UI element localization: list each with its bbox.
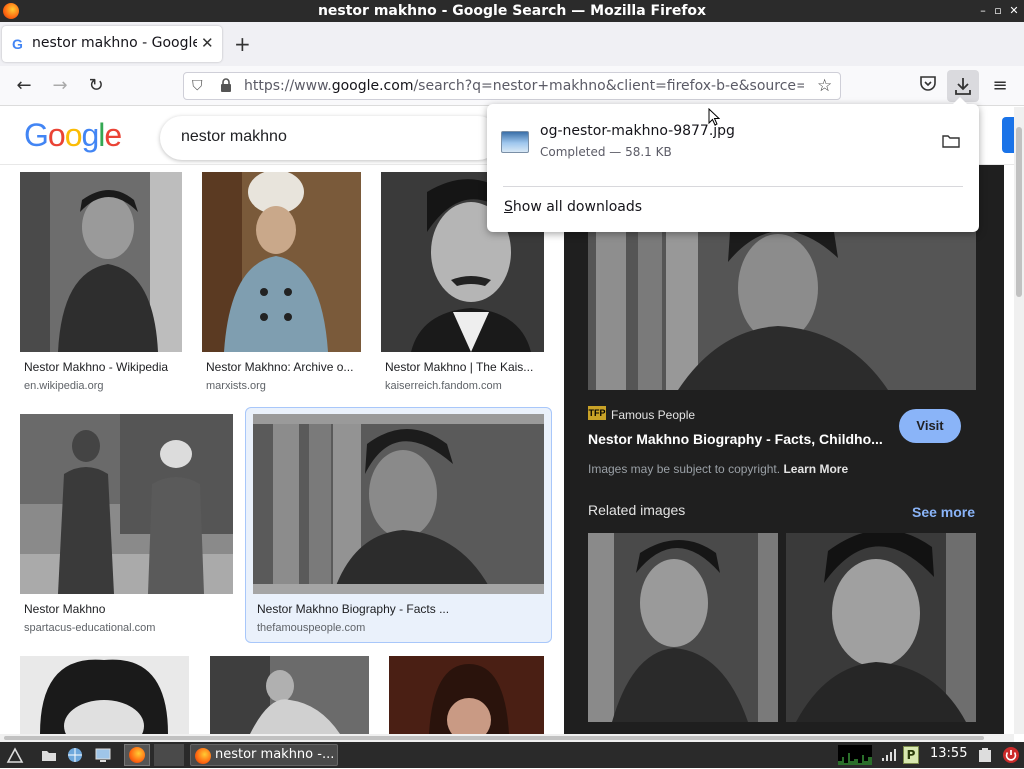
- download-file-name[interactable]: og-nestor-makhno-9877.jpg: [540, 123, 735, 139]
- firefox-icon: [129, 747, 145, 763]
- tab-title: nestor makhno - Google: [32, 35, 197, 51]
- result-image-row3-3[interactable]: [389, 656, 544, 734]
- address-bar[interactable]: ⛉ https://www.google.com/search?q=nestor…: [183, 72, 841, 100]
- vertical-scrollbar[interactable]: [1014, 107, 1024, 734]
- tracking-shield-icon[interactable]: ⛉: [192, 78, 203, 94]
- panel-source-name[interactable]: Famous People: [611, 408, 695, 422]
- pocket-icon[interactable]: [916, 74, 940, 98]
- cpu-monitor-graph: [838, 745, 872, 765]
- result-caption[interactable]: Nestor Makhno: [24, 602, 224, 616]
- result-image-spartacus[interactable]: [20, 414, 233, 594]
- lock-icon[interactable]: [220, 78, 232, 96]
- famous-people-logo-icon[interactable]: TFP: [588, 406, 606, 420]
- parcellite-clipboard-icon[interactable]: P: [903, 746, 919, 764]
- visit-button[interactable]: Visit: [899, 409, 961, 443]
- show-all-downloads-button[interactable]: Show all downloads: [504, 199, 642, 215]
- result-source[interactable]: spartacus-educational.com: [24, 622, 155, 634]
- minimize-icon[interactable]: –: [975, 3, 991, 19]
- taskbar-task-firefox[interactable]: nestor makhno -...: [190, 744, 338, 766]
- downloads-divider: [503, 186, 963, 187]
- preview-image[interactable]: [588, 232, 976, 390]
- forward-arrow-icon[interactable]: →: [48, 74, 72, 98]
- sign-in-button[interactable]: [1002, 117, 1014, 153]
- result-caption[interactable]: Nestor Makhno: Archive o...: [206, 360, 358, 374]
- download-status: Completed — 58.1 KB: [540, 145, 672, 159]
- mouse-cursor-icon: [708, 108, 720, 126]
- google-favicon-icon: G: [12, 36, 23, 52]
- image-file-icon[interactable]: [501, 131, 529, 153]
- battery-icon[interactable]: [976, 746, 994, 764]
- bookmark-star-icon[interactable]: ☆: [817, 76, 832, 96]
- window-titlebar: nestor makhno - Google Search — Mozilla …: [0, 0, 1024, 22]
- panel-arrow: [952, 97, 968, 105]
- close-window-icon[interactable]: ✕: [1006, 3, 1022, 19]
- open-folder-icon[interactable]: [942, 134, 960, 148]
- result-caption[interactable]: Nestor Makhno Biography - Facts ...: [257, 602, 457, 616]
- network-icon[interactable]: [880, 746, 898, 764]
- firefox-icon: [195, 748, 211, 764]
- result-image-row3-1[interactable]: [20, 656, 189, 734]
- window-title: nestor makhno - Google Search — Mozilla …: [317, 3, 707, 19]
- new-tab-icon[interactable]: +: [234, 32, 251, 56]
- web-browser-icon[interactable]: [66, 746, 84, 764]
- reload-icon[interactable]: ↻: [84, 74, 108, 98]
- related-images-heading: Related images: [588, 502, 686, 518]
- result-source[interactable]: en.wikipedia.org: [24, 380, 104, 392]
- menu-hamburger-icon[interactable]: ≡: [988, 74, 1012, 98]
- learn-more-link[interactable]: Learn More: [783, 462, 848, 476]
- taskbar-task-label: nestor makhno -...: [215, 747, 335, 762]
- search-box[interactable]: nestor makhno: [160, 116, 500, 160]
- copyright-notice: Images may be subject to copyright. Lear…: [588, 462, 849, 476]
- close-tab-icon[interactable]: ✕: [201, 34, 214, 52]
- taskbar-empty-slot[interactable]: [154, 744, 184, 766]
- maximize-icon[interactable]: ▫: [990, 3, 1006, 19]
- result-source[interactable]: marxists.org: [206, 380, 266, 392]
- result-source[interactable]: thefamouspeople.com: [257, 622, 365, 634]
- result-image-marxists[interactable]: [202, 172, 361, 352]
- power-icon[interactable]: [1002, 746, 1020, 764]
- scrollbar-thumb[interactable]: [1016, 127, 1022, 297]
- back-arrow-icon[interactable]: ←: [12, 74, 36, 98]
- see-more-link[interactable]: See more: [912, 504, 975, 520]
- search-query[interactable]: nestor makhno: [181, 128, 287, 146]
- url-text[interactable]: https://www.google.com/search?q=nestor+m…: [244, 78, 804, 94]
- start-menu-icon[interactable]: [6, 746, 24, 764]
- tab-google-search[interactable]: G nestor makhno - Google ✕: [2, 26, 222, 62]
- horizontal-scrollbar-thumb[interactable]: [4, 736, 984, 740]
- result-image-wikipedia[interactable]: [20, 172, 182, 352]
- horizontal-scrollbar[interactable]: [0, 734, 1014, 742]
- related-image-1[interactable]: [588, 533, 778, 722]
- show-desktop-icon[interactable]: [94, 746, 112, 764]
- result-image-row3-2[interactable]: [210, 656, 369, 734]
- firefox-launcher[interactable]: [124, 744, 150, 766]
- related-image-2[interactable]: [786, 533, 976, 722]
- result-caption[interactable]: Nestor Makhno | The Kais...: [385, 360, 541, 374]
- file-manager-icon[interactable]: [40, 746, 58, 764]
- result-caption[interactable]: Nestor Makhno - Wikipedia: [24, 360, 184, 374]
- google-logo[interactable]: Google: [24, 117, 122, 154]
- panel-page-title[interactable]: Nestor Makhno Biography - Facts, Childho…: [588, 431, 883, 447]
- result-source[interactable]: kaiserreich.fandom.com: [385, 380, 502, 392]
- result-image-thefamouspeople[interactable]: [253, 414, 544, 594]
- clock[interactable]: 13:55: [930, 746, 967, 761]
